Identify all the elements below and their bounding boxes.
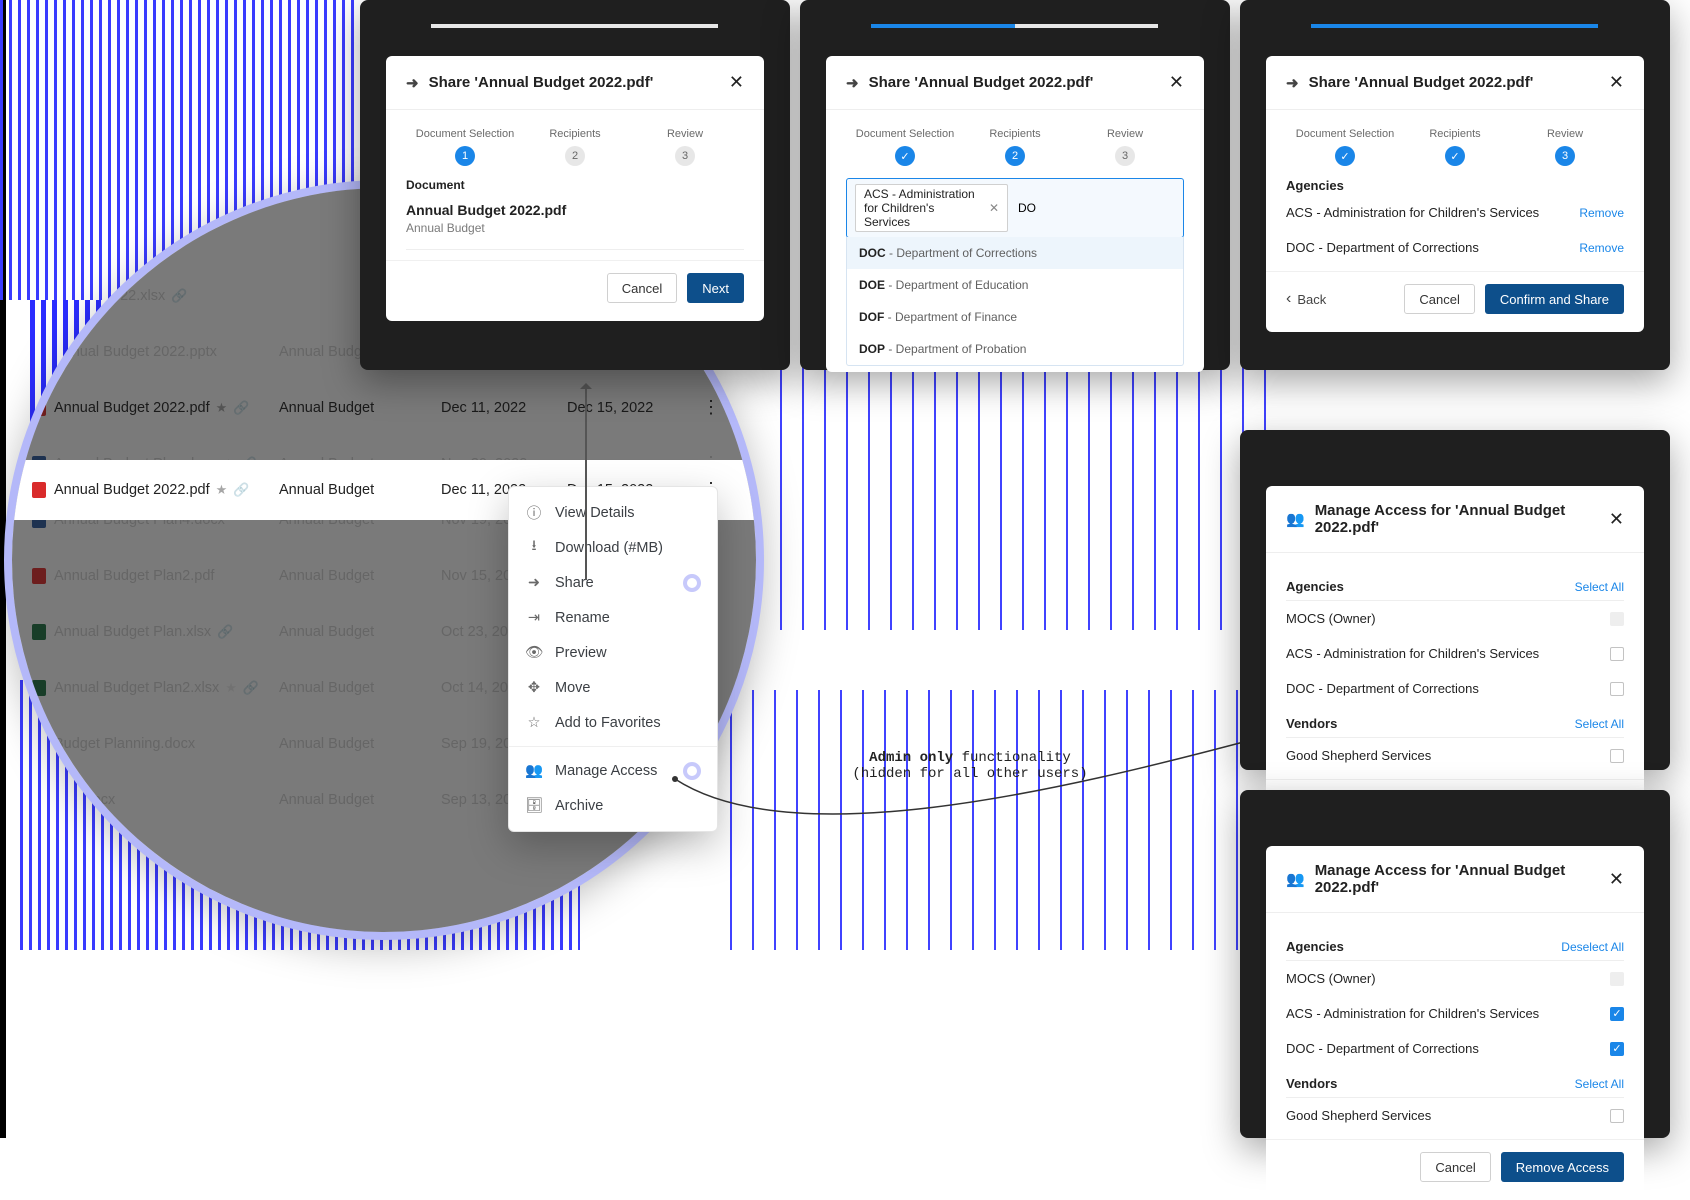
close-icon[interactable]: ✕ <box>1609 72 1624 93</box>
selected-document-type: Annual Budget <box>406 221 744 235</box>
access-row: DOC - Department of Corrections <box>1286 671 1624 706</box>
access-row-label: MOCS (Owner) <box>1286 971 1376 986</box>
share-dialog: ➜ Share 'Annual Budget 2022.pdf' ✕ Docum… <box>386 56 764 321</box>
close-icon[interactable]: ✕ <box>1609 509 1624 530</box>
cancel-button[interactable]: Cancel <box>1404 284 1474 314</box>
recipient-chip: ACS - Administration for Children's Serv… <box>855 184 1008 232</box>
access-row: MOCS (Owner) <box>1286 601 1624 636</box>
section-heading: Agencies <box>1286 939 1344 954</box>
menu-preview[interactable]: 👁Preview <box>509 635 717 670</box>
checkbox[interactable] <box>1610 749 1624 763</box>
wizard-stepper: Document Selection1 Recipients2 Review3 <box>410 128 740 166</box>
recipients-input[interactable]: ACS - Administration for Children's Serv… <box>846 178 1184 238</box>
manage-access-dialog-empty-screenshot: 👥 Manage Access for 'Annual Budget 2022.… <box>1240 430 1670 770</box>
checkbox[interactable] <box>1610 1109 1624 1123</box>
highlight-pulse-icon <box>683 574 701 592</box>
dialog-title: Share 'Annual Budget 2022.pdf' <box>1309 74 1534 91</box>
remove-access-button[interactable]: Remove Access <box>1501 1152 1624 1182</box>
link-icon: 🔗 <box>233 482 249 498</box>
remove-link[interactable]: Remove <box>1579 241 1624 255</box>
select-all-link[interactable]: Select All <box>1575 1077 1624 1091</box>
access-row-label: Good Shepherd Services <box>1286 1108 1431 1123</box>
review-recipient: ACS - Administration for Children's Serv… <box>1286 195 1624 230</box>
cancel-button[interactable]: Cancel <box>607 273 677 303</box>
select-all-link[interactable]: Select All <box>1575 580 1624 594</box>
info-icon: ⓘ <box>525 502 543 523</box>
checkbox-disabled <box>1610 612 1624 626</box>
menu-download[interactable]: ⭳Download (#MB) <box>509 530 717 565</box>
checkbox[interactable] <box>1610 682 1624 696</box>
annotation-admin-only: Admin only functionality (hidden for all… <box>820 750 1120 782</box>
remove-link[interactable]: Remove <box>1579 206 1624 220</box>
share-dialog-step3-screenshot: ➜ Share 'Annual Budget 2022.pdf' ✕ Docum… <box>1240 0 1670 370</box>
dialog-title: Share 'Annual Budget 2022.pdf' <box>869 74 1094 91</box>
access-row-label: DOC - Department of Corrections <box>1286 1041 1479 1056</box>
dialog-title: Share 'Annual Budget 2022.pdf' <box>429 74 654 91</box>
section-heading: Agencies <box>1286 178 1624 193</box>
menu-share[interactable]: ➜Share <box>509 565 717 600</box>
eye-icon: 👁 <box>525 644 543 661</box>
section-heading: Vendors <box>1286 1076 1337 1091</box>
menu-view-details[interactable]: ⓘView Details <box>509 495 717 530</box>
share-icon: ➜ <box>846 74 859 92</box>
autocomplete-option[interactable]: DOF - Department of Finance <box>847 301 1183 333</box>
file-name: Annual Budget 2022.pdf ★ 🔗 <box>54 482 279 498</box>
access-row: Good Shepherd Services <box>1286 738 1624 773</box>
section-heading: Vendors <box>1286 716 1337 731</box>
next-button[interactable]: Next <box>687 273 744 303</box>
cancel-button[interactable]: Cancel <box>1420 1152 1490 1182</box>
share-icon: ➜ <box>1286 74 1299 92</box>
checkbox[interactable] <box>1610 647 1624 661</box>
manage-access-dialog-selected-screenshot: 👥 Manage Access for 'Annual Budget 2022.… <box>1240 790 1670 1138</box>
share-dialog-step2-screenshot: ➜ Share 'Annual Budget 2022.pdf' ✕ Docum… <box>800 0 1230 370</box>
archive-icon: 🗄 <box>525 797 543 814</box>
menu-move[interactable]: ✥Move <box>509 670 717 705</box>
section-heading: Agencies <box>1286 579 1344 594</box>
dialog-title: Manage Access for 'Annual Budget 2022.pd… <box>1315 502 1609 536</box>
deselect-all-link[interactable]: Deselect All <box>1561 940 1624 954</box>
review-recipient: DOC - Department of Corrections Remove <box>1286 230 1624 265</box>
section-heading: Document <box>406 178 744 192</box>
checkbox[interactable]: ✓ <box>1610 1042 1624 1056</box>
select-all-link[interactable]: Select All <box>1575 717 1624 731</box>
confirm-share-button[interactable]: Confirm and Share <box>1485 284 1624 314</box>
dialog-title: Manage Access for 'Annual Budget 2022.pd… <box>1315 862 1609 896</box>
checkbox[interactable]: ✓ <box>1610 1007 1624 1021</box>
selected-document-name: Annual Budget 2022.pdf <box>406 202 744 218</box>
recipients-search[interactable] <box>1016 200 1175 216</box>
share-dialog-step1-screenshot: ➜ Share 'Annual Budget 2022.pdf' ✕ Docum… <box>360 0 790 370</box>
star-icon: ☆ <box>525 715 543 731</box>
file-type: Annual Budget <box>279 482 441 498</box>
star-icon: ★ <box>216 482 228 498</box>
chip-remove-icon[interactable]: ✕ <box>989 201 999 215</box>
people-icon: 👥 <box>1286 870 1305 888</box>
close-icon[interactable]: ✕ <box>729 72 744 93</box>
share-icon: ➜ <box>406 74 419 92</box>
share-icon: ➜ <box>525 575 543 591</box>
autocomplete-option[interactable]: DOE - Department of Education <box>847 269 1183 301</box>
annotation-arrow <box>585 385 587 580</box>
people-icon: 👥 <box>525 762 543 779</box>
close-icon[interactable]: ✕ <box>1169 72 1184 93</box>
access-row: ACS - Administration for Children's Serv… <box>1286 636 1624 671</box>
people-icon: 👥 <box>1286 510 1305 528</box>
close-icon[interactable]: ✕ <box>1609 869 1624 890</box>
recipients-autocomplete: DOC - Department of CorrectionsDOE - Dep… <box>846 237 1184 366</box>
pdf-file-icon <box>32 482 46 498</box>
access-row-label: ACS - Administration for Children's Serv… <box>1286 1006 1539 1021</box>
rename-icon: ⇥ <box>525 610 543 626</box>
menu-rename[interactable]: ⇥Rename <box>509 600 717 635</box>
autocomplete-option[interactable]: DOP - Department of Probation <box>847 333 1183 365</box>
checkbox-disabled <box>1610 972 1624 986</box>
back-button[interactable]: Back <box>1286 284 1340 314</box>
autocomplete-option[interactable]: DOC - Department of Corrections <box>847 237 1183 269</box>
download-icon: ⭳ <box>525 535 543 560</box>
move-icon: ✥ <box>525 680 543 696</box>
